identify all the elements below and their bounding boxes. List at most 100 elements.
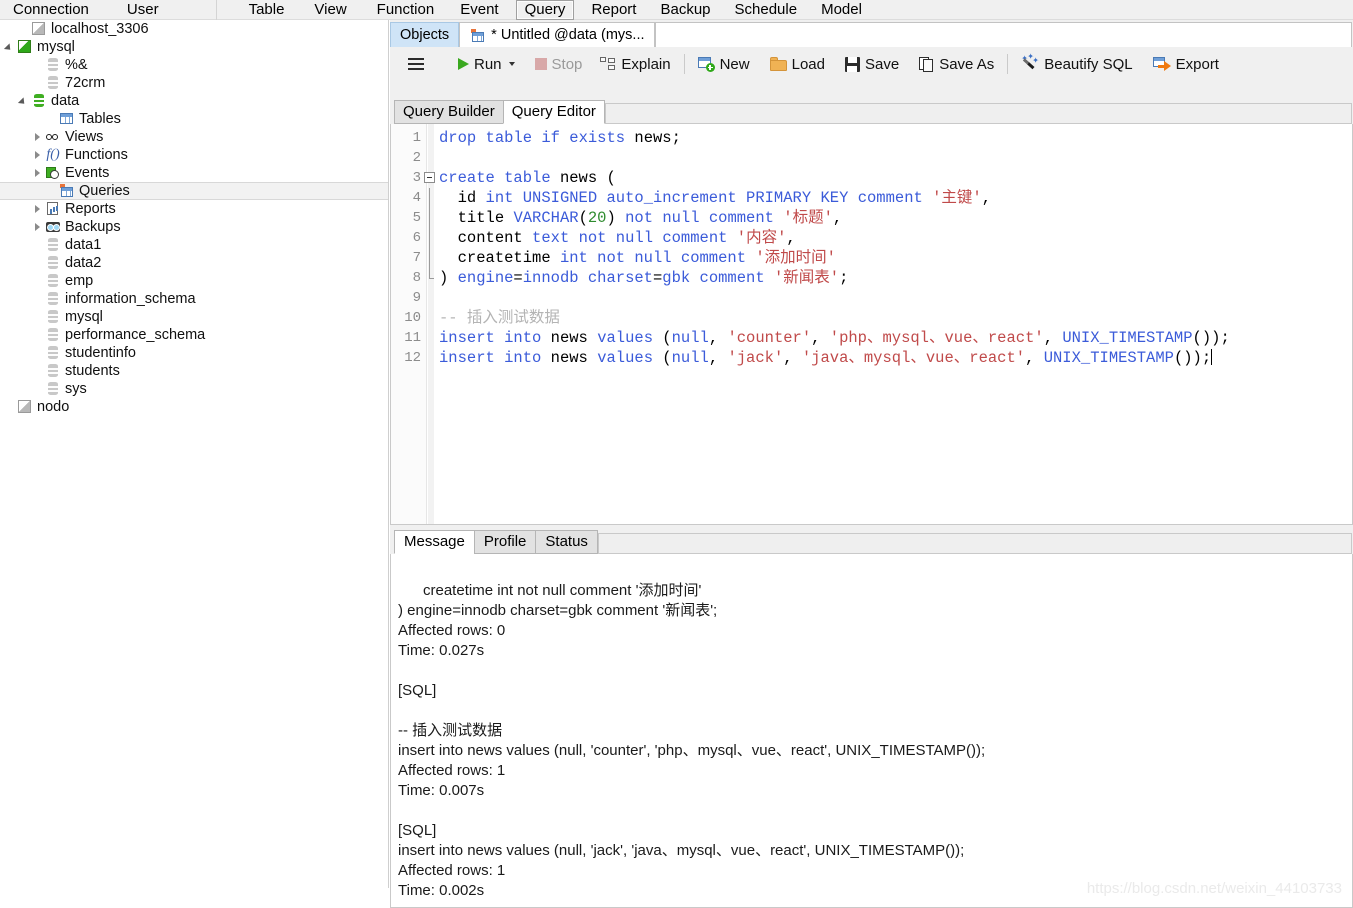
menu-item-user[interactable]: User — [118, 0, 168, 20]
sql-editor[interactable]: 1 drop table if exists news; 2 3 create tabl… — [390, 124, 1353, 525]
menu-item-view[interactable]: View — [305, 0, 355, 20]
tab-query-builder[interactable]: Query Builder — [394, 100, 504, 124]
tree-item-label: information_schema — [65, 291, 196, 307]
export-icon — [1152, 57, 1171, 71]
tab-profile-label: Profile — [483, 533, 527, 550]
tree-item-label: Events — [65, 165, 110, 181]
menu-item-event[interactable]: Event — [451, 0, 507, 20]
database-icon — [44, 75, 62, 91]
tree-twisty-open-icon[interactable] — [4, 41, 16, 53]
tree-item-data1[interactable]: data1 — [0, 236, 388, 254]
queries-icon — [469, 28, 487, 43]
watermark-text: https://blog.csdn.net/weixin_44103733 — [1086, 880, 1342, 897]
tree-item-localhost-3306[interactable]: localhost_3306 — [0, 20, 388, 38]
menu-item-function[interactable]: Function — [368, 0, 444, 20]
code-text: ) engine=innodb charset=gbk comment '新闻表… — [439, 269, 849, 287]
tree-item-label: mysql — [65, 309, 103, 325]
menu-hamburger-button[interactable] — [402, 56, 430, 73]
save-as-button[interactable]: Save As — [913, 54, 1000, 75]
save-as-label: Save As — [939, 55, 995, 73]
tree-item-label: Tables — [79, 111, 121, 127]
tree-item-reports[interactable]: Reports — [0, 200, 388, 218]
tree-item-nodo[interactable]: nodo — [0, 398, 388, 416]
tree-item-label: data2 — [65, 255, 102, 271]
tree-item-events[interactable]: Events — [0, 164, 388, 182]
database-icon — [44, 291, 62, 307]
tree-item-queries[interactable]: Queries — [0, 182, 388, 200]
message-output-panel[interactable]: createtime int not null comment '添加时间' )… — [390, 554, 1353, 908]
tab-query-editor[interactable]: Query Editor — [502, 100, 605, 124]
tree-item-information-schema[interactable]: information_schema — [0, 290, 388, 308]
tree-twisty-closed-icon[interactable] — [32, 203, 44, 215]
tree-item-studentinfo[interactable]: studentinfo — [0, 344, 388, 362]
menu-item-table[interactable]: Table — [240, 0, 294, 20]
tab-query-editor-label: Query Editor — [511, 103, 596, 120]
tab-status[interactable]: Status — [535, 530, 598, 554]
code-text: title VARCHAR(20) not null comment '标题', — [457, 209, 843, 227]
menu-item-query[interactable]: Query — [515, 0, 575, 20]
tree-item-sys[interactable]: sys — [0, 380, 388, 398]
tab-profile[interactable]: Profile — [473, 530, 537, 554]
tree-item-students[interactable]: students — [0, 362, 388, 380]
code-fold-line — [429, 228, 430, 248]
sql-code-area[interactable]: 1 drop table if exists news; 2 3 create tabl… — [391, 128, 1352, 368]
tree-item-72crm[interactable]: 72crm — [0, 74, 388, 92]
database-icon — [44, 381, 62, 397]
chevron-down-icon[interactable] — [508, 62, 515, 66]
stop-button[interactable]: Stop — [529, 54, 589, 75]
tree-item-performance-schema[interactable]: performance_schema — [0, 326, 388, 344]
editor-tab-filler — [604, 103, 1352, 124]
tree-item-views[interactable]: Views — [0, 128, 388, 146]
menu-item-schedule[interactable]: Schedule — [726, 0, 807, 20]
tree-twisty-closed-icon[interactable] — [32, 131, 44, 143]
toolbar-divider-2 — [1007, 54, 1009, 74]
menu-item-backup[interactable]: Backup — [651, 0, 719, 20]
export-button[interactable]: Export — [1147, 54, 1225, 75]
line-number: 2 — [412, 150, 421, 166]
object-tree-sidebar[interactable]: localhost_3306 mysql %& 72crm data Tables View… — [0, 20, 389, 888]
database-open-icon — [30, 93, 48, 109]
tree-item-tables[interactable]: Tables — [0, 110, 388, 128]
menu-divider — [215, 0, 217, 20]
menu-item-connection[interactable]: Connection — [4, 0, 98, 20]
menu-item-report[interactable]: Report — [582, 0, 645, 20]
load-button[interactable]: Load — [764, 54, 831, 75]
explain-button[interactable]: Explain — [594, 54, 676, 75]
tree-twisty-open-icon[interactable] — [18, 95, 30, 107]
tree-twisty-closed-icon[interactable] — [32, 221, 44, 233]
tree-item-emp[interactable]: emp — [0, 272, 388, 290]
tree-item-label: Functions — [65, 147, 128, 163]
beautify-sql-button[interactable]: ✦✦✦ Beautify SQL — [1015, 53, 1138, 75]
tree-item-functions[interactable]: f() Functions — [0, 146, 388, 164]
tab-message[interactable]: Message — [394, 530, 475, 554]
tree-item-mysql[interactable]: mysql — [0, 308, 388, 326]
code-fold-end — [429, 268, 434, 279]
tree-item-[interactable]: %& — [0, 56, 388, 74]
code-line-7: 7 createtime int not null comment '添加时间' — [391, 248, 1352, 268]
tab-query-untitled[interactable]: * Untitled @data (mys... — [459, 22, 655, 47]
code-fold-toggle[interactable] — [424, 172, 435, 183]
tree-item-label: localhost_3306 — [51, 21, 149, 37]
tree-item-data[interactable]: data — [0, 92, 388, 110]
line-number: 6 — [412, 230, 421, 246]
run-label: Run — [474, 55, 502, 73]
menu-item-model[interactable]: Model — [812, 0, 871, 20]
tab-objects[interactable]: Objects — [390, 22, 460, 47]
views-icon — [44, 129, 62, 145]
line-number: 8 — [412, 270, 421, 286]
run-button[interactable]: Run — [452, 54, 521, 75]
save-label: Save — [864, 55, 900, 73]
tree-twisty-closed-icon[interactable] — [32, 167, 44, 179]
new-button[interactable]: New — [692, 54, 756, 75]
code-line-11: 11 insert into news values (null, 'counte… — [391, 328, 1352, 348]
tree-item-backups[interactable]: Backups — [0, 218, 388, 236]
tree-twisty-closed-icon[interactable] — [32, 149, 44, 161]
tree-item-data2[interactable]: data2 — [0, 254, 388, 272]
save-button[interactable]: Save — [839, 54, 905, 75]
tree-item-mysql[interactable]: mysql — [0, 38, 388, 56]
